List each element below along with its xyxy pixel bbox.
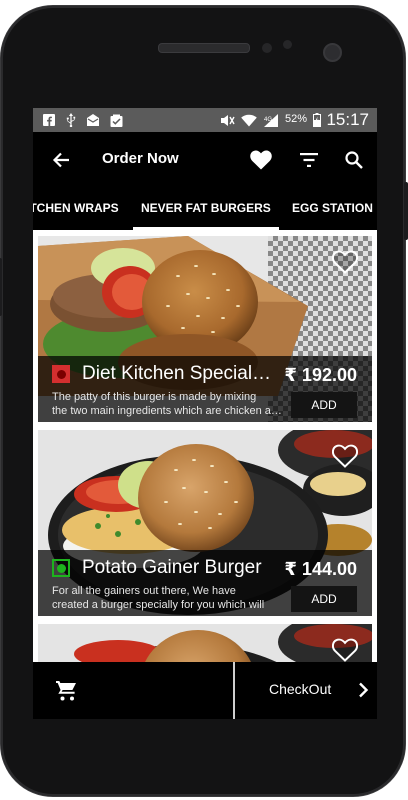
app-bar: Order Now <box>33 132 377 188</box>
status-bar: 4G 52% 15:17 <box>33 108 377 132</box>
mute-icon <box>219 113 235 127</box>
burger-photo <box>38 624 372 662</box>
filter-icon[interactable] <box>295 146 323 174</box>
wifi-icon <box>241 113 257 127</box>
status-time: 15:17 <box>326 110 369 129</box>
task-icon <box>109 113 123 127</box>
cart-icon[interactable] <box>55 679 79 703</box>
bottom-bar: CheckOut <box>33 662 377 719</box>
proximity-sensor <box>262 43 272 53</box>
volume-button <box>0 258 2 316</box>
item-description-line: For all the gainers out there, We have <box>52 585 236 597</box>
item-info-overlay: Diet Kitchen Special Burger ₹ 192.00 The… <box>38 356 372 422</box>
battery-icon <box>312 113 322 127</box>
screen: 4G 52% 15:17 Order Now ITCHEN WRAPS NEVE… <box>33 108 377 719</box>
bottom-bar-divider <box>233 662 235 719</box>
item-name: Diet Kitchen Special Burger <box>82 363 272 384</box>
item-description: The patty of this burger is made by mixi… <box>52 390 282 418</box>
item-description-line: created a burger specially for you which… <box>52 599 265 611</box>
menu-item-card[interactable]: Diet Kitchen Special Burger ₹ 192.00 The… <box>38 236 372 422</box>
non-veg-indicator-icon <box>52 365 70 383</box>
back-arrow-icon[interactable] <box>47 146 75 174</box>
add-button[interactable]: ADD <box>291 586 357 612</box>
battery-percent: 52% <box>285 113 308 125</box>
mail-icon <box>86 113 100 127</box>
item-description-line: the two main ingredients which are chick… <box>52 405 282 417</box>
earpiece-speaker <box>158 43 250 53</box>
item-price: ₹ 144.00 <box>284 559 357 579</box>
veg-indicator-icon <box>52 559 70 577</box>
favorite-heart-icon[interactable] <box>332 638 358 662</box>
favorite-heart-icon[interactable] <box>332 250 358 274</box>
menu-list[interactable]: Diet Kitchen Special Burger ₹ 192.00 The… <box>33 230 377 662</box>
tab-kitchen-wraps[interactable]: ITCHEN WRAPS <box>33 201 119 215</box>
signal-icon: 4G <box>263 113 279 127</box>
item-description-line: The patty of this burger is made by mixi… <box>52 391 257 403</box>
tab-egg-station[interactable]: EGG STATION <box>292 201 373 215</box>
power-button <box>404 182 408 240</box>
item-name: Potato Gainer Burger <box>82 557 262 578</box>
svg-text:4G: 4G <box>264 117 272 123</box>
heart-icon[interactable] <box>247 146 275 174</box>
page-title: Order Now <box>102 150 179 167</box>
checkout-button[interactable]: CheckOut <box>269 681 331 697</box>
add-button[interactable]: ADD <box>291 392 357 418</box>
category-tabs: ITCHEN WRAPS NEVER FAT BURGERS EGG STATI… <box>33 188 377 230</box>
chevron-right-icon[interactable] <box>355 681 371 699</box>
tab-never-fat-burgers[interactable]: NEVER FAT BURGERS <box>141 201 271 215</box>
favorite-heart-icon[interactable] <box>332 444 358 468</box>
front-camera <box>323 43 342 62</box>
light-sensor <box>283 40 292 49</box>
phone-frame: 4G 52% 15:17 Order Now ITCHEN WRAPS NEVE… <box>0 6 408 796</box>
facebook-icon <box>42 113 56 127</box>
search-icon[interactable] <box>340 146 368 174</box>
menu-item-card[interactable]: Potato Gainer Burger ₹ 144.00 For all th… <box>38 430 372 616</box>
usb-icon <box>65 113 77 127</box>
item-description: For all the gainers out there, We have c… <box>52 584 282 612</box>
item-price: ₹ 192.00 <box>284 365 357 385</box>
menu-item-card[interactable] <box>38 624 372 662</box>
item-info-overlay: Potato Gainer Burger ₹ 144.00 For all th… <box>38 550 372 616</box>
